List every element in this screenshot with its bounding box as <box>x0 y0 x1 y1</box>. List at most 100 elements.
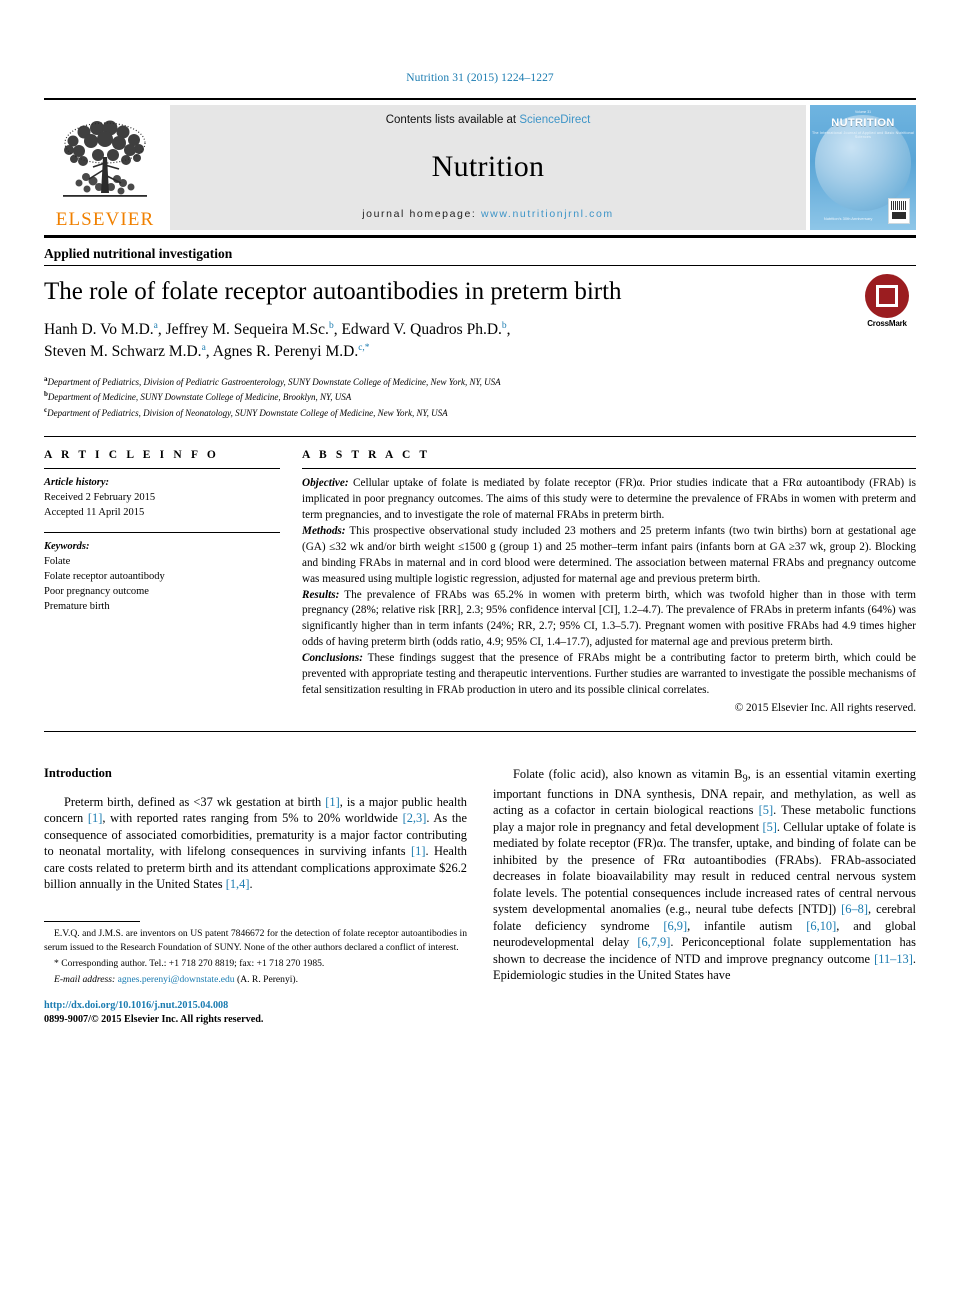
citation-ref[interactable]: [1] <box>325 795 339 809</box>
article-info-column: A R T I C L E I N F O Article history: R… <box>44 449 280 717</box>
crossmark-badge[interactable]: CrossMark <box>858 274 916 332</box>
affiliation-text: Department of Medicine, SUNY Downstate C… <box>47 392 352 403</box>
footnotes-block: E.V.Q. and J.M.S. are inventors on US pa… <box>44 920 467 1027</box>
email-label: E-mail address: <box>54 973 116 985</box>
article-info-rule <box>44 468 280 470</box>
footnote-patent: E.V.Q. and J.M.S. are inventors on US pa… <box>44 927 467 953</box>
article-history-label: Article history: <box>44 477 110 489</box>
email-link[interactable]: agnes.perenyi@downstate.edu <box>118 974 235 985</box>
article-history-group: Article history: Received 2 February 201… <box>44 476 280 521</box>
abstract-conclusions: Conclusions: These findings suggest that… <box>302 651 916 699</box>
journal-cover-thumbnail[interactable]: Volume 31 NUTRITION The International Jo… <box>810 105 916 230</box>
intro-text-f: . <box>249 877 253 892</box>
introduction-heading: Introduction <box>44 765 112 780</box>
footnote-rule <box>44 920 140 922</box>
citation-ref[interactable]: [6,10] <box>806 919 836 933</box>
author-0-sep: , <box>157 320 166 338</box>
abstract-objective-label: Objective: <box>302 477 349 490</box>
section-kicker: Applied nutritional investigation <box>44 246 233 261</box>
body-column-left: Introduction Preterm birth, defined as <… <box>44 766 467 1027</box>
abstract-copyright: © 2015 Elsevier Inc. All rights reserved… <box>734 701 916 714</box>
article-history-received: Received 2 February 2015 <box>44 492 156 504</box>
homepage-prefix: journal homepage: <box>362 208 481 220</box>
sciencedirect-link[interactable]: ScienceDirect <box>519 114 590 126</box>
bottom-metadata: http://dx.doi.org/10.1016/j.nut.2015.04.… <box>44 999 467 1027</box>
author-4-affil-marker[interactable]: c,* <box>358 343 369 353</box>
abstract-rule <box>302 468 916 470</box>
citation-ref[interactable]: [1,4] <box>226 877 250 891</box>
article-history-accepted: Accepted 11 April 2015 <box>44 507 145 518</box>
cover-publisher-badge <box>888 198 910 224</box>
contents-prefix: Contents lists available at <box>385 114 520 126</box>
elsevier-logo: ELSEVIER <box>44 100 166 235</box>
abstract-body: Objective: Cellular uptake of folate is … <box>302 476 916 717</box>
citation-ref[interactable]: [1] <box>88 811 102 825</box>
citation-ref[interactable]: [5] <box>759 803 773 817</box>
keyword-item: Poor pregnancy outcome <box>44 585 149 597</box>
affiliation-text: Department of Pediatrics, Division of Pe… <box>47 376 501 387</box>
citation-ref[interactable]: [2,3] <box>403 811 427 825</box>
cover-footer-text: Nutrition's 30th Anniversary <box>823 216 873 221</box>
citation-ref[interactable]: [5] <box>762 820 776 834</box>
right-column-paragraph-1: Folate (folic acid), also known as vitam… <box>493 766 916 984</box>
abstract-methods: Methods: This prospective observational … <box>302 524 916 588</box>
journal-homepage-link[interactable]: www.nutritionjrnl.com <box>481 208 614 220</box>
footnote-email-line: E-mail address: agnes.perenyi@downstate.… <box>44 973 467 987</box>
journal-masthead: ELSEVIER Contents lists available at Sci… <box>44 98 916 238</box>
abstract-conclusions-text: These findings suggest that the presence… <box>302 652 916 696</box>
article-info-heading: A R T I C L E I N F O <box>44 449 219 462</box>
elsevier-tree-icon <box>63 120 147 197</box>
title-block: CrossMark The role of folate receptor au… <box>44 274 916 421</box>
abstract-heading: A B S T R A C T <box>302 449 431 462</box>
abstract-conclusions-label: Conclusions: <box>302 652 363 665</box>
abstract-column: A B S T R A C T Objective: Cellular upta… <box>302 449 916 717</box>
citation-ref[interactable]: [6,7,9] <box>637 935 670 949</box>
author-1-name: Jeffrey M. Sequeira M.Sc. <box>165 320 329 338</box>
citation-ref[interactable]: [6,9] <box>663 919 687 933</box>
author-0-name: Hanh D. Vo M.D. <box>44 320 154 338</box>
introduction-paragraph-1: Preterm birth, defined as <37 wk gestati… <box>44 794 467 893</box>
elsevier-wordmark: ELSEVIER <box>55 209 155 230</box>
body-columns: Introduction Preterm birth, defined as <… <box>44 766 916 1027</box>
page-title: The role of folate receptor autoantibodi… <box>44 278 622 305</box>
keyword-item: Premature birth <box>44 600 110 612</box>
footnote-corresponding-author: * Corresponding author. Tel.: +1 718 270… <box>54 957 325 969</box>
citation-ref[interactable]: [6–8] <box>841 902 868 916</box>
article-info-abstract-block: A R T I C L E I N F O Article history: R… <box>44 436 916 732</box>
keyword-item: Folate receptor autoantibody <box>44 570 165 582</box>
abstract-results: Results: The prevalence of FRAbs was 65.… <box>302 588 916 652</box>
crossmark-label: CrossMark <box>867 319 907 328</box>
abstract-methods-label: Methods: <box>302 524 346 537</box>
rc-text-a: Folate (folic acid), also known as vitam… <box>513 766 743 781</box>
author-2-name: Edward V. Quadros Ph.D. <box>341 320 502 338</box>
abstract-objective: Objective: Cellular uptake of folate is … <box>302 476 916 524</box>
intro-text-a: Preterm birth, defined as <37 wk gestati… <box>64 794 326 809</box>
citation-ref[interactable]: [1] <box>411 844 425 858</box>
author-2-sep: , <box>506 320 511 338</box>
abstract-results-label: Results: <box>302 588 340 601</box>
citation-ref[interactable]: [11–13] <box>874 952 913 966</box>
journal-title: Nutrition <box>431 150 545 183</box>
affiliation-item: aDepartment of Pediatrics, Division of P… <box>44 374 916 390</box>
cover-title: NUTRITION <box>831 117 895 129</box>
author-3-name: Steven M. Schwarz M.D. <box>44 343 202 361</box>
affiliation-item: cDepartment of Pediatrics, Division of N… <box>44 405 916 421</box>
abstract-methods-text: This prospective observational study inc… <box>302 524 916 585</box>
intro-text-c: , with reported rates ranging from 5% to… <box>102 811 403 826</box>
running-head: Nutrition 31 (2015) 1224–1227 <box>406 72 554 84</box>
affiliation-list: aDepartment of Pediatrics, Division of P… <box>44 374 916 421</box>
affiliation-text: Department of Pediatrics, Division of Ne… <box>47 407 448 418</box>
crossmark-icon <box>865 274 909 318</box>
journal-band: Contents lists available at ScienceDirec… <box>170 105 806 230</box>
keywords-rule <box>44 531 280 533</box>
affiliation-item: bDepartment of Medicine, SUNY Downstate … <box>44 389 916 405</box>
rc-text-f: , infantile autism <box>687 918 807 933</box>
journal-homepage-line: journal homepage: www.nutritionjrnl.com <box>362 208 614 220</box>
cover-subtitle: The International Journal of Applied and… <box>811 131 915 139</box>
journal-article-page: Nutrition 31 (2015) 1224–1227 ELSEVIER C… <box>0 0 960 1290</box>
issn-copyright: 0899-9007/© 2015 Elsevier Inc. All right… <box>44 1014 264 1026</box>
keywords-label: Keywords: <box>44 540 90 552</box>
abstract-objective-text: Cellular uptake of folate is mediated by… <box>302 477 916 521</box>
email-suffix: (A. R. Perenyi). <box>234 973 299 985</box>
doi-link[interactable]: http://dx.doi.org/10.1016/j.nut.2015.04.… <box>44 999 467 1013</box>
